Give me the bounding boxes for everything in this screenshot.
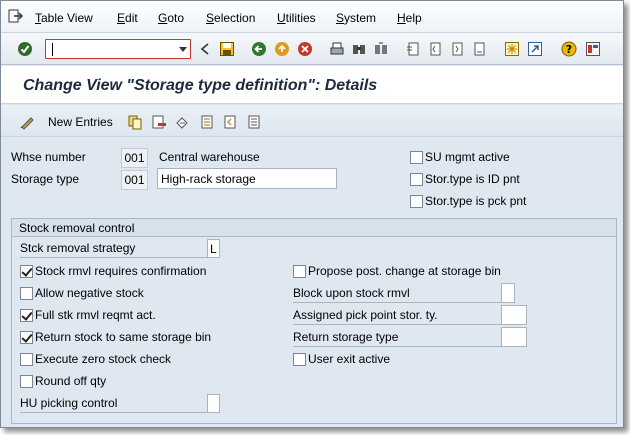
shortcut-icon[interactable]: [527, 41, 543, 57]
save-icon[interactable]: [219, 41, 235, 57]
next-entry-icon[interactable]: [246, 114, 262, 130]
whse-number-field: 001: [121, 148, 148, 168]
strategy-field[interactable]: L: [207, 239, 220, 258]
application-toolbar: New Entries: [1, 105, 623, 137]
first-page-icon[interactable]: [405, 41, 421, 57]
select-all-icon[interactable]: [199, 114, 215, 130]
back-icon[interactable]: [251, 41, 267, 57]
screen-title-bar: Change View "Storage type definition": D…: [1, 66, 623, 104]
enter-check-icon[interactable]: [17, 41, 33, 57]
help-icon[interactable]: ?: [561, 41, 577, 57]
confirmation-label: Stock rmvl requires confirmation: [35, 264, 207, 278]
copy-as-icon[interactable]: [127, 114, 143, 130]
round-off-label: Round off qty: [35, 374, 107, 388]
new-entries-button[interactable]: New Entries: [48, 115, 113, 129]
sap-window: Table View Edit Goto Selection Utilities…: [0, 0, 624, 428]
return-type-label: Return storage type: [293, 330, 503, 347]
block-label: Block upon stock rmvl: [293, 286, 511, 303]
negative-stock-label: Allow negative stock: [35, 286, 144, 300]
detail-screen: Whse number 001 Central warehouse Storag…: [1, 138, 623, 427]
left-checkbox-0[interactable]: [20, 265, 33, 278]
customize-layout-icon[interactable]: [585, 41, 601, 57]
zero-stock-label: Execute zero stock check: [35, 352, 172, 366]
menu-system[interactable]: System: [336, 11, 376, 25]
su-mgmt-label: SU mgmt active: [425, 150, 510, 164]
propose-checkbox[interactable]: [293, 265, 306, 278]
assigned-pick-field[interactable]: [501, 305, 527, 325]
find-icon[interactable]: [351, 41, 367, 57]
menu-edit[interactable]: Edit: [117, 11, 138, 25]
display-change-icon[interactable]: [19, 114, 35, 130]
print-icon[interactable]: [329, 41, 345, 57]
exit-menu-icon[interactable]: [7, 8, 23, 24]
cancel-icon[interactable]: [297, 41, 313, 57]
hu-picking-field[interactable]: [207, 394, 220, 413]
hu-picking-label: HU picking control: [20, 396, 220, 413]
command-field-caret: [52, 43, 53, 56]
storage-type-field: 001: [121, 170, 148, 190]
menu-bar: Table View Edit Goto Selection Utilities…: [1, 1, 623, 33]
exit-icon[interactable]: [274, 41, 290, 57]
menu-table-view[interactable]: Table View: [35, 11, 93, 25]
storage-type-label: Storage type: [11, 172, 80, 186]
group-header: Stock removal control: [12, 219, 616, 237]
id-pnt-label: Stor.type is ID pnt: [425, 172, 520, 186]
assigned-pick-label: Assigned pick point stor. ty.: [293, 308, 503, 325]
left-checkbox-3[interactable]: [20, 331, 33, 344]
left-checkbox-4[interactable]: [20, 353, 33, 366]
whse-number-label: Whse number: [11, 150, 86, 164]
user-exit-label: User exit active: [308, 352, 391, 366]
menu-utilities[interactable]: Utilities: [277, 11, 316, 25]
full-stk-label: Full stk rmvl reqmt act.: [35, 308, 156, 322]
user-exit-checkbox[interactable]: [293, 353, 306, 366]
previous-page-icon[interactable]: [427, 41, 443, 57]
left-checkbox-5[interactable]: [20, 375, 33, 388]
whse-number-description: Central warehouse: [159, 150, 260, 164]
stock-removal-control-group: Stock removal control Stck removal strat…: [11, 218, 617, 424]
previous-entry-icon[interactable]: [222, 114, 238, 130]
left-checkbox-2[interactable]: [20, 309, 33, 322]
delete-icon[interactable]: [151, 114, 167, 130]
new-session-icon[interactable]: [504, 41, 520, 57]
su-mgmt-checkbox[interactable]: [410, 151, 423, 164]
command-field[interactable]: [45, 39, 191, 59]
pck-pnt-label: Stor.type is pck pnt: [425, 194, 527, 208]
last-page-icon[interactable]: [471, 41, 487, 57]
return-type-field[interactable]: [501, 327, 527, 347]
menu-help[interactable]: Help: [397, 11, 422, 25]
id-pnt-checkbox[interactable]: [410, 173, 423, 186]
storage-type-description: High-rack storage: [157, 168, 337, 189]
svg-text:?: ?: [566, 43, 572, 56]
return-stock-label: Return stock to same storage bin: [35, 330, 212, 344]
find-next-icon[interactable]: [373, 41, 389, 57]
propose-label: Propose post. change at storage bin: [308, 264, 501, 278]
block-field[interactable]: [501, 283, 515, 303]
command-dropdown-icon[interactable]: [179, 47, 187, 52]
standard-toolbar: ?: [1, 33, 623, 65]
strategy-label: Stck removal strategy: [20, 241, 215, 258]
collapse-arrow-icon[interactable]: [197, 41, 213, 57]
menu-goto[interactable]: Goto: [158, 11, 184, 25]
menu-selection[interactable]: Selection: [206, 11, 255, 25]
left-checkbox-1[interactable]: [20, 287, 33, 300]
pck-pnt-checkbox[interactable]: [410, 195, 423, 208]
page-title: Change View "Storage type definition": D…: [23, 77, 378, 94]
group-title: Stock removal control: [19, 221, 135, 235]
undo-change-icon[interactable]: [174, 114, 190, 130]
next-page-icon[interactable]: [449, 41, 465, 57]
